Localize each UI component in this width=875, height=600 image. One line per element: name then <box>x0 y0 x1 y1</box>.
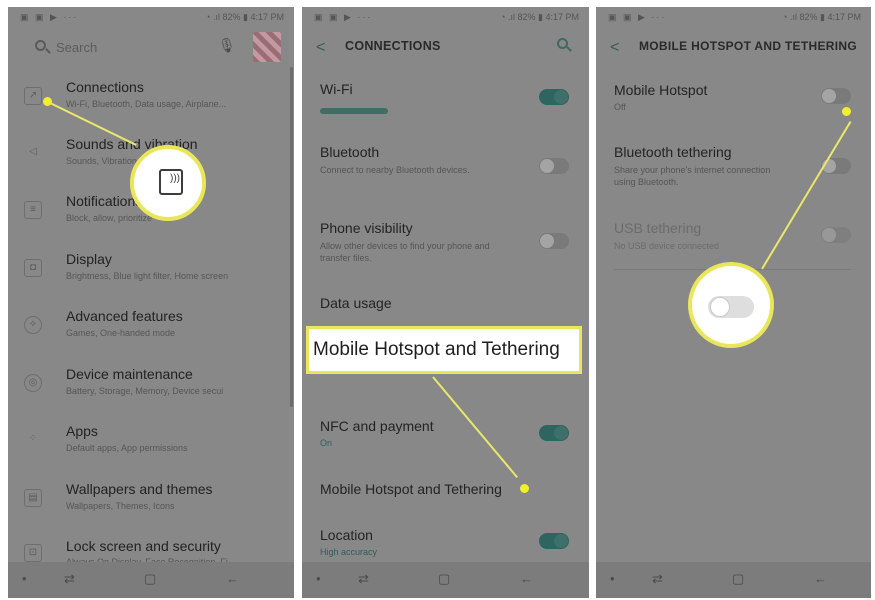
mobile-hotspot-callout-label: Mobile Hotspot and Tethering <box>306 326 582 374</box>
connections-icon: ↗ <box>24 87 42 105</box>
apps-icon: ⁘ <box>28 433 38 444</box>
settings-item-advanced-features[interactable]: ✧ Advanced features Games, One-handed mo… <box>8 308 294 358</box>
home-icon[interactable]: ▢ <box>438 571 450 587</box>
status-bar-notifications: ▣ ▣ ▶ ··· <box>314 12 373 22</box>
settings-item-device-maintenance[interactable]: ◎ Device maintenance Battery, Storage, M… <box>8 366 294 416</box>
settings-item-title: Connections <box>66 79 144 95</box>
status-bar: ▣ ▣ ▶ ··· ◔ .ıl 82% ▮ 4:17 PM <box>302 7 589 29</box>
callout-dot-toggle <box>842 107 851 116</box>
settings-item-subtitle: Wallpapers, Themes, Icons <box>66 501 175 511</box>
callout-dot-hotspot <box>520 484 529 493</box>
bluetooth-subtitle: Connect to nearby Bluetooth devices. <box>320 165 470 175</box>
usb-tethering-toggle <box>821 227 851 243</box>
mobile-hotspot-subtitle: Off <box>614 102 626 112</box>
settings-item-title: Wallpapers and themes <box>66 481 213 497</box>
navigation-bar: • ⇄ ▢ ← <box>8 562 294 598</box>
settings-item-subtitle: Battery, Storage, Memory, Device secui <box>66 386 224 396</box>
status-bar-notifications: ▣ ▣ ▶ ··· <box>608 12 667 22</box>
lock-icon: ⊡ <box>24 544 42 562</box>
phone-visibility-toggle[interactable] <box>539 233 569 249</box>
usb-tethering-subtitle: No USB device connected <box>614 241 720 251</box>
bluetooth-toggle[interactable] <box>539 158 569 174</box>
callout-dot-connections <box>43 97 52 106</box>
connections-icon: ))) <box>159 169 183 195</box>
phone-visibility-title[interactable]: Phone visibility <box>320 220 413 236</box>
settings-item-subtitle: Default apps, App permissions <box>66 443 188 453</box>
data-usage-title[interactable]: Data usage <box>320 295 392 311</box>
bluetooth-title[interactable]: Bluetooth <box>320 144 379 160</box>
usb-tethering-title: USB tethering <box>614 220 702 236</box>
screenshot-root: ▣ ▣ ▶ ··· ◔ .ıl 82% ▮ 4:17 PM Search 🎙 ↗… <box>0 0 875 600</box>
device-maintenance-icon: ◎ <box>24 374 42 392</box>
settings-item-title: Notifications <box>66 193 143 209</box>
location-title[interactable]: Location <box>320 527 373 543</box>
settings-item-apps[interactable]: ⁘ Apps Default apps, App permissions <box>8 423 294 473</box>
settings-item-subtitle: Wi-Fi, Bluetooth, Data usage, Airplane..… <box>66 99 227 109</box>
settings-item-title: Advanced features <box>66 308 183 324</box>
wifi-title[interactable]: Wi-Fi <box>320 81 353 97</box>
speaker-icon: ◁ <box>29 146 37 157</box>
search-input[interactable]: Search <box>56 40 97 55</box>
settings-item-subtitle: Brightness, Blue light filter, Home scre… <box>66 271 229 281</box>
settings-item-title: Device maintenance <box>66 366 193 382</box>
wifi-network-name <box>320 108 388 114</box>
settings-item-display[interactable]: ◘ Display Brightness, Blue light filter,… <box>8 251 294 301</box>
display-icon: ◘ <box>24 259 42 277</box>
nav-dot-icon[interactable]: • <box>316 571 321 586</box>
hotspot-toggle-callout-circle <box>688 262 774 348</box>
settings-item-wallpapers[interactable]: ▤ Wallpapers and themes Wallpapers, Them… <box>8 481 294 531</box>
nav-dot-icon[interactable]: • <box>22 571 27 586</box>
bluetooth-tethering-subtitle: Share your phone's internet connection u… <box>614 165 771 187</box>
status-bar-info: ◔ .ıl 82% ▮ 4:17 PM <box>782 12 861 22</box>
status-bar: ▣ ▣ ▶ ··· ◔ .ıl 82% ▮ 4:17 PM <box>596 7 871 29</box>
notification-icon: ≡ <box>24 201 42 219</box>
recent-apps-icon[interactable]: ⇄ <box>64 571 75 587</box>
microphone-icon[interactable]: 🎙 <box>218 37 236 54</box>
connections-callout-circle: ))) <box>130 145 206 221</box>
home-icon[interactable]: ▢ <box>732 571 744 587</box>
brush-icon: ▤ <box>24 489 42 507</box>
status-bar-notifications: ▣ ▣ ▶ ··· <box>20 12 79 22</box>
nfc-payment-subtitle: On <box>320 438 333 448</box>
recent-apps-icon[interactable]: ⇄ <box>652 571 663 587</box>
search-icon[interactable] <box>34 39 52 57</box>
back-icon[interactable]: ← <box>226 571 239 586</box>
search-icon[interactable] <box>557 38 573 54</box>
settings-item-title: Apps <box>66 423 98 439</box>
status-bar-info: ◔ .ıl 82% ▮ 4:17 PM <box>500 12 579 22</box>
mobile-hotspot-toggle[interactable] <box>821 88 851 104</box>
wifi-toggle[interactable] <box>539 89 569 105</box>
settings-item-lock-screen[interactable]: ⊡ Lock screen and security Always On Dis… <box>8 538 294 562</box>
navigation-bar: • ⇄ ▢ ← <box>302 562 589 598</box>
home-icon[interactable]: ▢ <box>144 571 156 587</box>
connections-screen: ▣ ▣ ▶ ··· ◔ .ıl 82% ▮ 4:17 PM < CONNECTI… <box>302 7 589 598</box>
mobile-hotspot-title[interactable]: Mobile Hotspot <box>614 82 707 98</box>
avatar[interactable] <box>253 32 281 62</box>
hotspot-toggle-magnified <box>708 296 754 318</box>
status-bar-info: ◔ .ıl 82% ▮ 4:17 PM <box>205 12 284 22</box>
recent-apps-icon[interactable]: ⇄ <box>358 571 369 587</box>
back-arrow-icon[interactable]: < <box>610 39 619 57</box>
location-toggle[interactable] <box>539 533 569 549</box>
settings-item-title: Lock screen and security <box>66 538 221 554</box>
mobile-hotspot-item-title[interactable]: Mobile Hotspot and Tethering <box>320 481 502 497</box>
back-icon[interactable]: ← <box>520 571 533 586</box>
nav-dot-icon[interactable]: • <box>610 571 615 586</box>
settings-screen: ▣ ▣ ▶ ··· ◔ .ıl 82% ▮ 4:17 PM Search 🎙 ↗… <box>8 7 294 598</box>
page-title: CONNECTIONS <box>345 39 441 53</box>
advanced-features-icon: ✧ <box>24 316 42 334</box>
settings-item-title: Display <box>66 251 112 267</box>
back-arrow-icon[interactable]: < <box>316 39 325 57</box>
status-bar: ▣ ▣ ▶ ··· ◔ .ıl 82% ▮ 4:17 PM <box>8 7 294 29</box>
nfc-payment-toggle[interactable] <box>539 425 569 441</box>
bluetooth-tethering-title[interactable]: Bluetooth tethering <box>614 144 732 160</box>
page-title: MOBILE HOTSPOT AND TETHERING <box>639 39 857 53</box>
location-subtitle: High accuracy <box>320 547 378 557</box>
settings-item-subtitle: Games, One-handed mode <box>66 328 176 338</box>
back-icon[interactable]: ← <box>814 571 827 586</box>
navigation-bar: • ⇄ ▢ ← <box>596 562 871 598</box>
nfc-payment-title[interactable]: NFC and payment <box>320 418 434 434</box>
phone-visibility-subtitle: Allow other devices to find your phone a… <box>320 241 490 263</box>
